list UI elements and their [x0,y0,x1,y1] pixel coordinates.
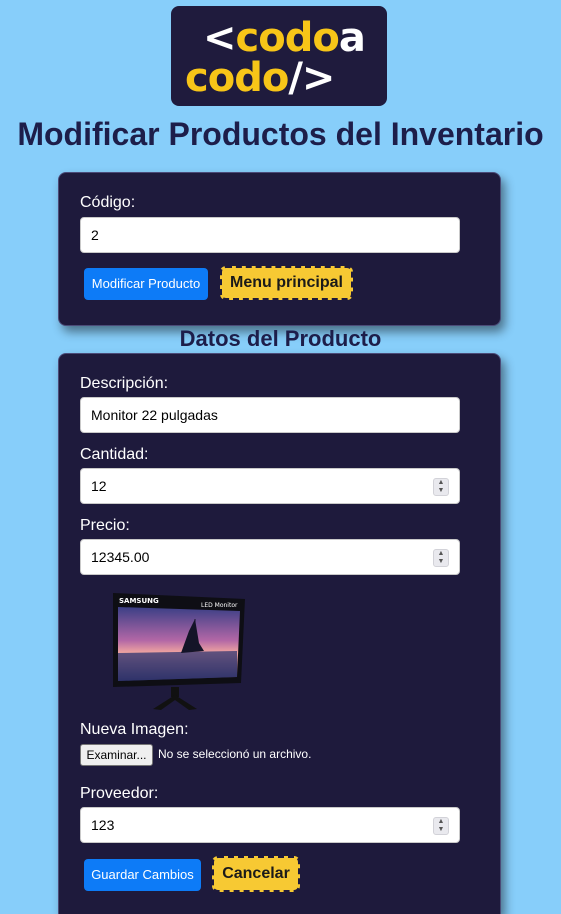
supplier-label: Proveedor: [80,785,159,802]
description-input[interactable]: Monitor 22 pulgadas [80,397,460,433]
logo-line-1: <codoa [203,15,366,61]
code-label: Código: [80,194,136,211]
search-card: Código: 2 Modificar Producto Menu princi… [58,172,501,326]
price-value: 12345.00 [91,549,150,565]
save-changes-button[interactable]: Guardar Cambios [84,859,201,891]
quantity-stepper[interactable]: ▲ ▼ [433,478,449,496]
main-menu-button[interactable]: Menu principal [220,266,353,300]
description-label: Descripción: [80,375,169,392]
price-label: Precio: [80,517,130,534]
section-title: Datos del Producto [179,326,382,351]
page-title: Modificar Productos del Inventario [17,116,544,152]
codoacodo-logo: <codoa codo/> [171,6,387,106]
quantity-value: 12 [91,478,107,494]
monitor-brand: SAMSUNG [119,597,159,605]
new-image-label: Nueva Imagen: [80,721,189,738]
modify-product-button[interactable]: Modificar Producto [84,268,208,300]
quantity-label: Cantidad: [80,446,149,463]
quantity-input[interactable]: 12 ▲ ▼ [80,468,460,504]
supplier-input[interactable]: 123 ▲ ▼ [80,807,460,843]
monitor-caption: LED Monitor [201,602,238,609]
cancel-button[interactable]: Cancelar [212,856,300,892]
browse-file-button[interactable]: Examinar... [80,744,153,766]
code-input[interactable]: 2 [80,217,460,253]
price-input[interactable]: 12345.00 ▲ ▼ [80,539,460,575]
supplier-value: 123 [91,817,115,833]
logo-line-2: codo/> [185,55,335,101]
product-image: SAMSUNG LED Monitor [113,593,245,710]
supplier-stepper[interactable]: ▲ ▼ [433,817,449,835]
price-stepper[interactable]: ▲ ▼ [433,549,449,567]
product-data-card: Descripción: Monitor 22 pulgadas Cantida… [58,353,501,914]
file-status: No se seleccionó un archivo. [158,747,312,761]
